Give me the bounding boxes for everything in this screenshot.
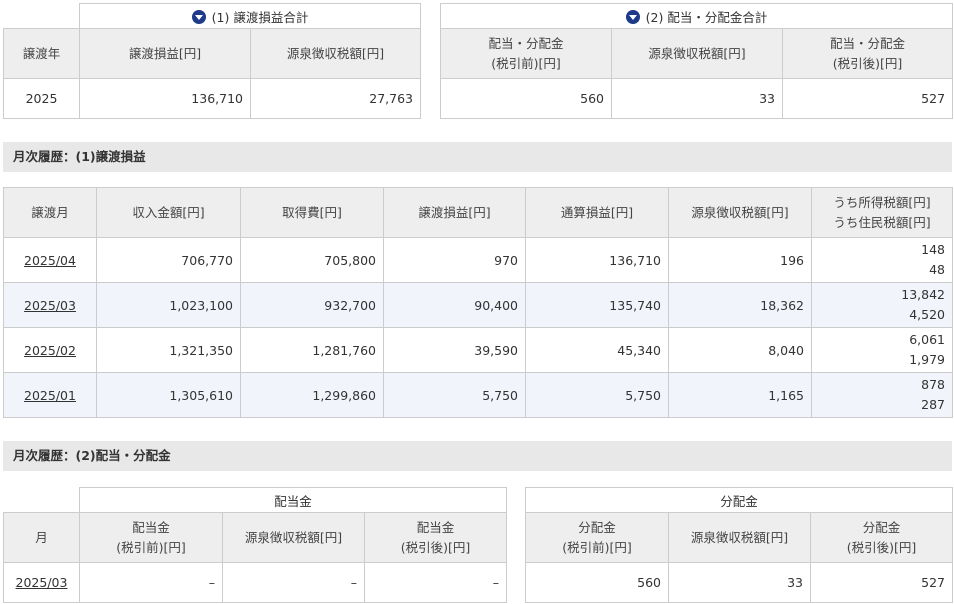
dividend-pre-tax-cell: – — [79, 562, 223, 603]
table-row: 2025/03 – – – — [3, 562, 508, 603]
gain-cell: 970 — [383, 237, 526, 283]
month-link[interactable]: 2025/02 — [24, 343, 76, 358]
monthly-distribution-table: 分配金 分配金 (税引前)[円] 源泉徴収税額[円] 分配金 (税引後)[円] 56… — [524, 487, 954, 603]
cost-cell: 932,700 — [240, 282, 384, 328]
header-transfer-year: 譲渡年 — [3, 28, 80, 79]
transfer-summary-title[interactable]: (1) 譲渡損益合計 — [79, 3, 421, 29]
header-month: 譲渡月 — [3, 187, 97, 238]
income-cell: 1,305,610 — [96, 372, 241, 418]
header-dividend-post-tax: 配当金 (税引後)[円] — [363, 512, 508, 563]
tax-breakdown-cell: 148 48 — [811, 237, 953, 283]
header-distribution-post-tax: 分配金 (税引後)[円] — [809, 512, 954, 563]
dividend-summary-table: (2) 配当・分配金合計 配当・分配金 (税引前)[円] 源泉徴収税額[円] 配当… — [439, 3, 954, 119]
header-month: 月 — [3, 512, 80, 563]
table-row: 2025/02 1,321,350 1,281,760 39,590 45,34… — [3, 327, 953, 373]
dividend-post-tax-value: 527 — [781, 78, 954, 119]
dividend-withholding-cell: – — [222, 562, 365, 603]
chevron-down-icon[interactable] — [625, 9, 640, 24]
table-row: 2025/03 1,023,100 932,700 90,400 135,740… — [3, 282, 953, 328]
section-monthly-transfer: 月次履歴：(1)譲渡損益 — [3, 142, 952, 172]
monthly-transfer-table: 譲渡月 収入金額[円] 取得費[円] 譲渡損益[円] 通算損益[円] 源泉徴収税… — [3, 187, 953, 418]
total-cell: 136,710 — [525, 237, 669, 283]
income-cell: 1,321,350 — [96, 327, 241, 373]
table-row: 2025/04 706,770 705,800 970 136,710 196 … — [3, 237, 953, 283]
month-link[interactable]: 2025/01 — [24, 388, 76, 403]
header-distribution-withholding: 源泉徴収税額[円] — [668, 512, 811, 563]
tax-cell: 18,362 — [668, 282, 812, 328]
header-dividend-withholding: 源泉徴収税額[円] — [611, 28, 783, 79]
header-dividend-pre-tax: 配当・分配金 (税引前)[円] — [440, 28, 612, 79]
header-tax: 源泉徴収税額[円] — [668, 187, 812, 238]
withholding-tax-value: 27,763 — [250, 78, 421, 119]
header-dividend-withholding: 源泉徴収税額[円] — [222, 512, 365, 563]
gain-cell: 5,750 — [383, 372, 526, 418]
header-transfer-gain: 譲渡損益[円] — [79, 28, 251, 79]
chevron-down-icon[interactable] — [191, 9, 206, 24]
gain-cell: 90,400 — [383, 282, 526, 328]
dividend-pre-tax-value: 560 — [440, 78, 612, 119]
income-cell: 1,023,100 — [96, 282, 241, 328]
total-cell: 5,750 — [525, 372, 669, 418]
header-dividend-pre-tax: 配当金 (税引前)[円] — [79, 512, 223, 563]
table-row: 560 33 527 — [525, 562, 954, 603]
tax-cell: 1,165 — [668, 372, 812, 418]
tax-breakdown-cell: 878 287 — [811, 372, 953, 418]
month-link[interactable]: 2025/03 — [16, 575, 68, 590]
month-link[interactable]: 2025/04 — [24, 253, 76, 268]
income-cell: 706,770 — [96, 237, 241, 283]
header-tax-breakdown: うち所得税額[円] うち住民税額[円] — [811, 187, 953, 238]
header-income: 収入金額[円] — [96, 187, 241, 238]
gain-cell: 39,590 — [383, 327, 526, 373]
month-link[interactable]: 2025/03 — [24, 298, 76, 313]
section-monthly-dividend: 月次履歴：(2)配当・分配金 — [3, 441, 952, 471]
total-cell: 135,740 — [525, 282, 669, 328]
group-distribution: 分配金 — [524, 487, 954, 513]
tax-cell: 196 — [668, 237, 812, 283]
distribution-post-tax-cell: 527 — [809, 562, 954, 603]
tax-cell: 8,040 — [668, 327, 812, 373]
header-withholding-tax: 源泉徴収税額[円] — [250, 28, 421, 79]
header-distribution-pre-tax: 分配金 (税引前)[円] — [525, 512, 669, 563]
dividend-summary-title[interactable]: (2) 配当・分配金合計 — [439, 3, 954, 29]
distribution-withholding-cell: 33 — [668, 562, 811, 603]
header-gain: 譲渡損益[円] — [383, 187, 526, 238]
dividend-withholding-value: 33 — [611, 78, 783, 119]
table-row: 2025/01 1,305,610 1,299,860 5,750 5,750 … — [3, 372, 953, 418]
tax-breakdown-cell: 6,061 1,979 — [811, 327, 953, 373]
group-dividend: 配当金 — [78, 487, 508, 513]
transfer-year-value: 2025 — [3, 78, 80, 119]
dividend-post-tax-cell: – — [363, 562, 508, 603]
tax-breakdown-cell: 13,842 4,520 — [811, 282, 953, 328]
total-cell: 45,340 — [525, 327, 669, 373]
header-cost: 取得費[円] — [240, 187, 384, 238]
distribution-pre-tax-cell: 560 — [525, 562, 669, 603]
transfer-summary-table: (1) 譲渡損益合計 譲渡年 譲渡損益[円] 源泉徴収税額[円] 2025 13… — [3, 3, 421, 119]
cost-cell: 1,299,860 — [240, 372, 384, 418]
monthly-dividend-table: 配当金 月 配当金 (税引前)[円] 源泉徴収税額[円] 配当金 (税引後)[円] … — [3, 487, 508, 603]
header-dividend-post-tax: 配当・分配金 (税引後)[円] — [781, 28, 954, 79]
header-total: 通算損益[円] — [525, 187, 669, 238]
transfer-gain-value: 136,710 — [79, 78, 251, 119]
cost-cell: 705,800 — [240, 237, 384, 283]
cost-cell: 1,281,760 — [240, 327, 384, 373]
